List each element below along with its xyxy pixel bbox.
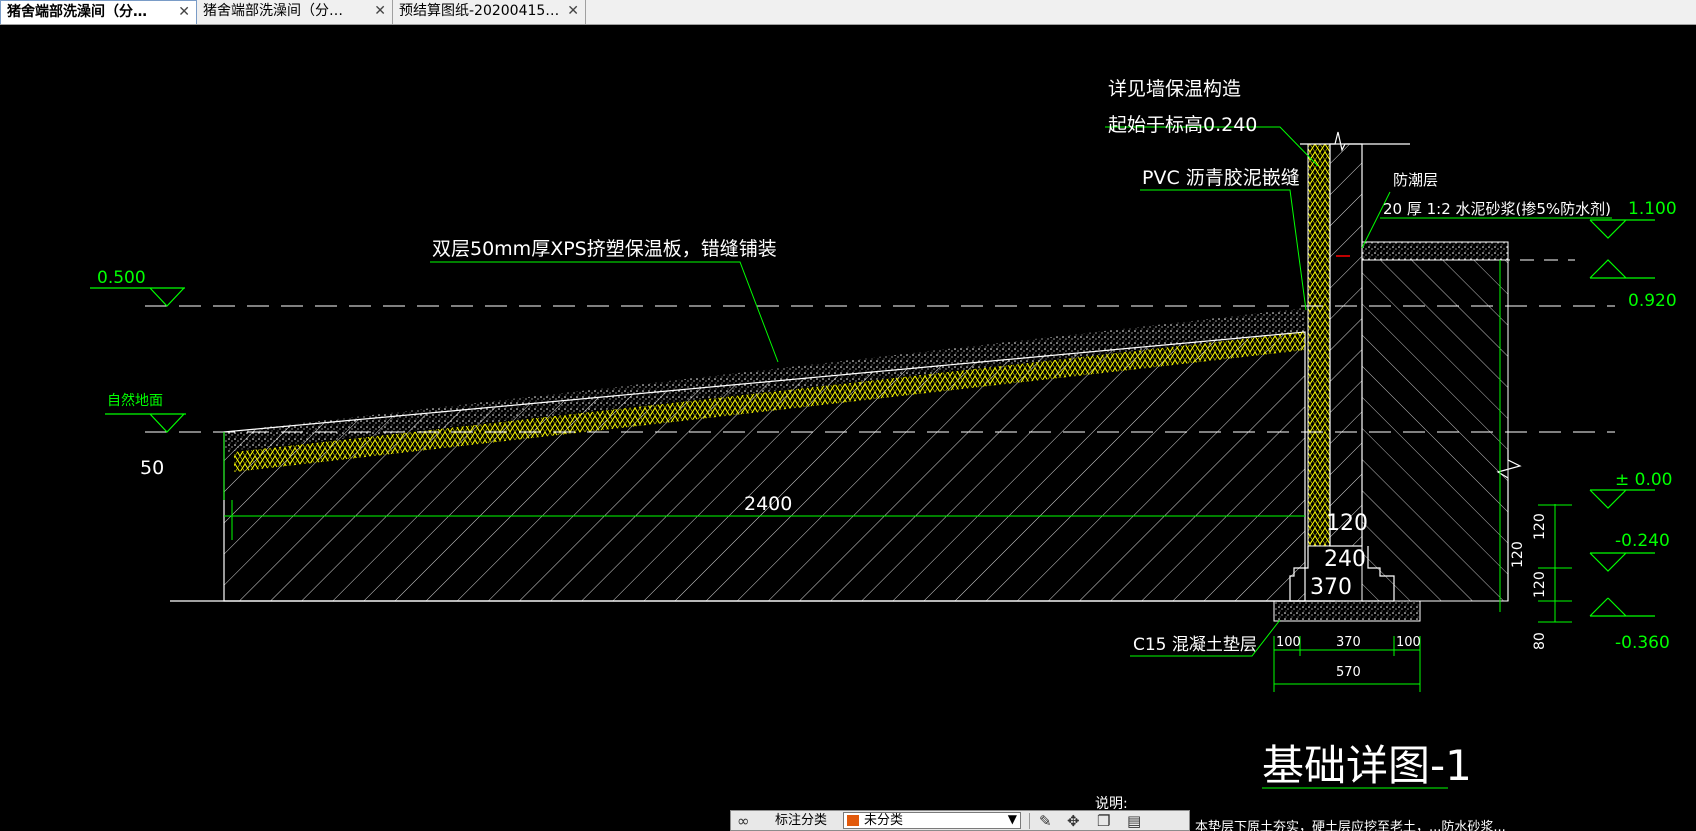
dim-100-left: 100 [1276,635,1301,650]
tab-label: 预结算图纸-20200415… [399,3,560,19]
document-tab-bar: 猪舍端部洗澡间（分… ✕ 猪舍端部洗澡间（分… ✕ 预结算图纸-20200415… [0,0,1696,25]
category-color-swatch [847,815,859,826]
bottom-note-text: 本垫层下原土夯实，硬土层应挖至老土，...防水砂浆... [1195,819,1506,831]
leader-pvc-joint [1140,189,1307,311]
elevation-m0240: -0.240 [1615,531,1670,551]
elevation-mark-1100 [1589,219,1655,239]
close-icon[interactable]: ✕ [567,0,579,22]
elevation-mark-ground [105,413,186,433]
paste-icon[interactable]: ▤ [1127,812,1141,830]
elevation-mark-m0240 [1589,552,1655,572]
leader-xps [430,261,779,363]
interior-fill [1361,259,1509,602]
label-mortar: 20 厚 1:2 水泥砂浆(掺5%防水剂) [1383,200,1611,218]
elevation-mark-000 [1589,489,1655,509]
dim-570: 570 [1336,665,1361,680]
label-damp-proof: 防潮层 [1393,171,1438,189]
close-icon[interactable]: ✕ [374,0,386,22]
elevation-0920: 0.920 [1628,291,1677,311]
dim-370: 370 [1310,575,1352,600]
elevation-m0360: -0.360 [1615,633,1670,653]
label-concrete-pad: C15 混凝土垫层 [1133,635,1257,655]
tab-label: 猪舍端部洗澡间（分… [7,4,147,20]
drawing-title: 基础详图-1 [1262,741,1472,790]
tab-label: 猪舍端部洗澡间（分… [203,3,343,19]
close-icon[interactable]: ✕ [178,1,190,23]
tab-document-3[interactable]: 预结算图纸-20200415… ✕ [393,0,586,24]
vertical-dim-80: 80 [1532,632,1548,650]
edit-icon[interactable]: ✎ [1039,812,1052,830]
elevation-mark-0500 [90,287,185,307]
copy-icon[interactable]: ❐ [1097,812,1110,830]
mortar-layer [1361,241,1509,261]
cad-drawing-canvas[interactable]: 详见墙保温构造 起始于标高0.240 PVC 沥青胶泥嵌缝 防潮层 20 厚 1… [0,24,1696,831]
label-start-elevation: 起始于标高0.240 [1108,114,1257,136]
toolbar-label: 标注分类 [775,813,828,828]
vertical-dim-120-c: 120 [1510,541,1526,568]
tab-document-2[interactable]: 猪舍端部洗澡间（分… ✕ [197,0,393,24]
elevation-mark-0920 [1589,259,1655,279]
move-icon[interactable]: ✥ [1067,812,1080,830]
dim-370-bottom: 370 [1336,635,1361,650]
elevation-mark-m0360 [1589,597,1655,617]
dim-240: 240 [1324,547,1366,572]
link-icon[interactable]: ∞ [737,812,750,830]
annotation-toolbar: ∞ 标注分类 未分类 ▼ ✎ ✥ ❐ ▤ [730,810,1190,831]
label-natural-ground: 自然地面 [107,392,163,409]
tab-document-1[interactable]: 猪舍端部洗澡间（分… ✕ [0,0,197,24]
wall-insulation-strip [1307,143,1331,547]
vertical-dim-120-b: 120 [1532,571,1548,598]
category-select[interactable]: 未分类 ▼ [843,812,1021,829]
chevron-down-icon[interactable]: ▼ [1008,812,1017,826]
vertical-dim-120-a: 120 [1532,513,1548,540]
elevation-1100: 1.100 [1628,199,1677,219]
dim-50: 50 [140,457,164,479]
elevation-000: ± 0.00 [1615,470,1673,490]
concrete-pad [1273,600,1421,622]
wall-section [1329,143,1363,547]
category-selected-value: 未分类 [864,813,904,828]
divider [1029,813,1030,829]
dim-100-right: 100 [1396,635,1421,650]
dim-2400: 2400 [744,493,792,515]
elevation-0500: 0.500 [97,268,146,288]
dim-120-wall: 120 [1326,511,1368,536]
label-wall-insulation: 详见墙保温构造 [1108,78,1241,100]
label-xps-board: 双层50mm厚XPS挤塑保温板，错缝铺装 [432,238,777,260]
label-pvc-joint: PVC 沥青胶泥嵌缝 [1142,167,1300,189]
